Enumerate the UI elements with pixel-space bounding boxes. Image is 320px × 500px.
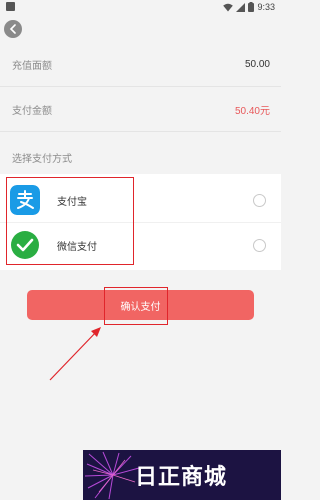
watermark-logo: 日正商城 xyxy=(83,450,281,500)
annotation-arrow xyxy=(49,327,101,381)
watermark-burst-icon xyxy=(84,451,140,500)
watermark-text: 日正商城 xyxy=(135,465,228,490)
